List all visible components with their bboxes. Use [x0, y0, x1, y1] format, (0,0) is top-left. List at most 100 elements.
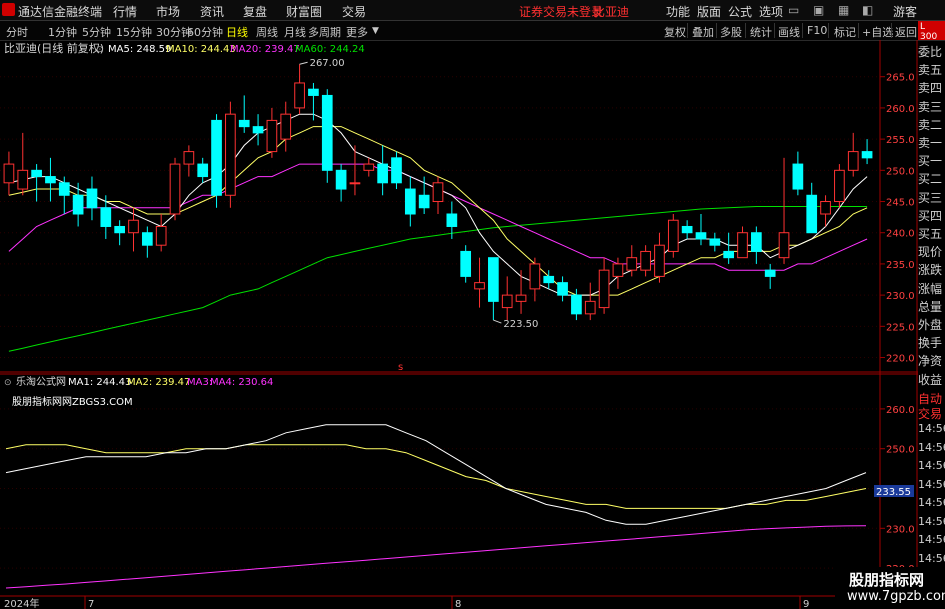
candle-body: [709, 238, 721, 246]
menu-wealth[interactable]: 财富圈: [286, 3, 322, 20]
btn-add-watchlist[interactable]: +自选: [862, 24, 893, 40]
sub-title: 乐淘公式网: [16, 375, 66, 388]
candle-body: [667, 219, 679, 252]
btn-adjust[interactable]: 复权: [664, 24, 686, 40]
btn-mark[interactable]: 标记: [834, 24, 856, 40]
side-label: 收益: [918, 372, 943, 387]
candle-body: [501, 294, 513, 309]
app-title: 通达信金融终端: [18, 5, 103, 19]
tick-time: 14:56: [918, 496, 945, 509]
candle-body: [363, 163, 375, 171]
y-tick-label: 220.0: [886, 354, 915, 365]
ma20-label: MA20: 239.47: [230, 44, 300, 55]
menu-options[interactable]: 选项: [759, 3, 783, 20]
tab-1min[interactable]: 1分钟: [48, 24, 77, 40]
candle-body: [612, 263, 624, 277]
side-label: 买四: [918, 208, 943, 223]
candle-body: [349, 182, 361, 185]
login-notice[interactable]: 证券交易未登录: [519, 3, 603, 20]
side-label: 委比: [918, 45, 943, 59]
restore-icon[interactable]: ▣: [813, 3, 824, 17]
candle-body: [45, 176, 56, 184]
menu-review[interactable]: 复盘: [243, 3, 267, 20]
period-toolbar: 分时 1分钟 5分钟 15分钟 30分钟 60分钟 日线 周线 月线 多周期 更…: [0, 21, 945, 41]
tab-multi-period[interactable]: 多周期: [308, 24, 341, 40]
menu-quotes[interactable]: 行情: [113, 3, 137, 20]
ma60-label: MA60: 244.24: [295, 44, 365, 55]
tab-monthly[interactable]: 月线: [284, 24, 306, 40]
sub-ma1-label: MA1: 244.43: [68, 377, 131, 388]
candles: [3, 61, 873, 324]
tab-60min[interactable]: 60分钟: [187, 24, 223, 40]
low-pointer: [493, 319, 502, 324]
candle-body: [3, 163, 15, 184]
site-watermark: 股朋指标网 www.7gpzb.com: [835, 567, 945, 609]
sub-indicator-lines: [5, 424, 867, 589]
btn-f10[interactable]: F10: [807, 24, 827, 37]
menu-layout[interactable]: 版面: [697, 3, 721, 20]
date-year: 2024年: [4, 597, 39, 609]
y-tick-label: 225.0: [886, 322, 915, 333]
candle-body: [695, 232, 707, 240]
candle-body: [238, 119, 250, 128]
candle-body: [404, 188, 416, 215]
sub-ma2-label: MA2: 239.47: [127, 377, 190, 388]
btn-draw[interactable]: 画线: [778, 24, 800, 40]
date-month-8: 8: [455, 599, 461, 609]
sub-grid: [0, 408, 880, 569]
sub-ma3-label: MA3:: [187, 377, 212, 388]
minimize-icon[interactable]: ▭: [788, 3, 799, 17]
tab-timeshare[interactable]: 分时: [6, 24, 28, 40]
btn-overlay[interactable]: 叠加: [692, 24, 714, 40]
candle-body: [86, 188, 98, 209]
candle-body: [391, 157, 402, 184]
guest-user[interactable]: 游客: [893, 3, 917, 20]
kline-chart[interactable]: 比亚迪(日线 前复权) ⊙ MA5: 248.59 MA10: 244.43 M…: [0, 40, 918, 609]
candle-body: [778, 232, 790, 259]
candle-body: [432, 182, 444, 203]
tab-15min[interactable]: 15分钟: [116, 24, 152, 40]
window-icon[interactable]: ◧: [862, 3, 873, 17]
candle-body: [58, 182, 70, 196]
trade-label[interactable]: 交易: [918, 405, 945, 422]
stock-title: 比亚迪(日线 前复权): [4, 41, 104, 55]
candle-body: [418, 194, 430, 209]
tab-more[interactable]: 更多: [346, 24, 368, 40]
btn-back[interactable]: 返回: [895, 24, 917, 40]
tab-daily[interactable]: 日线: [226, 24, 248, 40]
candle-body: [764, 269, 776, 277]
tab-weekly[interactable]: 周线: [256, 24, 278, 40]
menu-function[interactable]: 功能: [666, 3, 690, 20]
candle-body: [515, 294, 527, 302]
candle-body: [460, 250, 472, 277]
low-label: 223.50: [503, 319, 538, 330]
high-label: 267.00: [310, 58, 345, 69]
y-tick-label: 260.0: [886, 104, 915, 115]
y-tick-label: 250.0: [886, 166, 915, 177]
side-label: 涨跌: [918, 263, 943, 278]
side-label: 买一: [918, 154, 943, 169]
candle-body: [529, 263, 541, 290]
btn-multi-stock[interactable]: 多股: [720, 24, 742, 40]
candle-body: [584, 300, 596, 315]
candle-body: [211, 119, 222, 196]
sub-ma1-line: [5, 424, 867, 525]
side-label: 卖一: [918, 136, 943, 150]
menu-market[interactable]: 市场: [156, 3, 180, 20]
btn-stats[interactable]: 统计: [750, 24, 772, 40]
candle-body: [723, 250, 735, 259]
menu-news[interactable]: 资讯: [200, 3, 224, 20]
tab-5min[interactable]: 5分钟: [82, 24, 111, 40]
y-tick-label: 240.0: [886, 229, 915, 240]
menu-trade[interactable]: 交易: [342, 3, 366, 20]
candle-body: [183, 151, 195, 165]
y-tick-label: 235.0: [886, 260, 915, 271]
ma5-label: MA5: 248.59: [108, 44, 171, 55]
candle-body: [225, 113, 236, 196]
side-label: 换手: [918, 336, 943, 351]
more-chevron-icon[interactable]: ▼: [372, 26, 379, 36]
candle-body: [792, 163, 804, 190]
grid-icon[interactable]: ▦: [838, 3, 849, 17]
ma10-label: MA10: 244.43: [166, 44, 236, 55]
menu-formula[interactable]: 公式: [728, 3, 752, 20]
